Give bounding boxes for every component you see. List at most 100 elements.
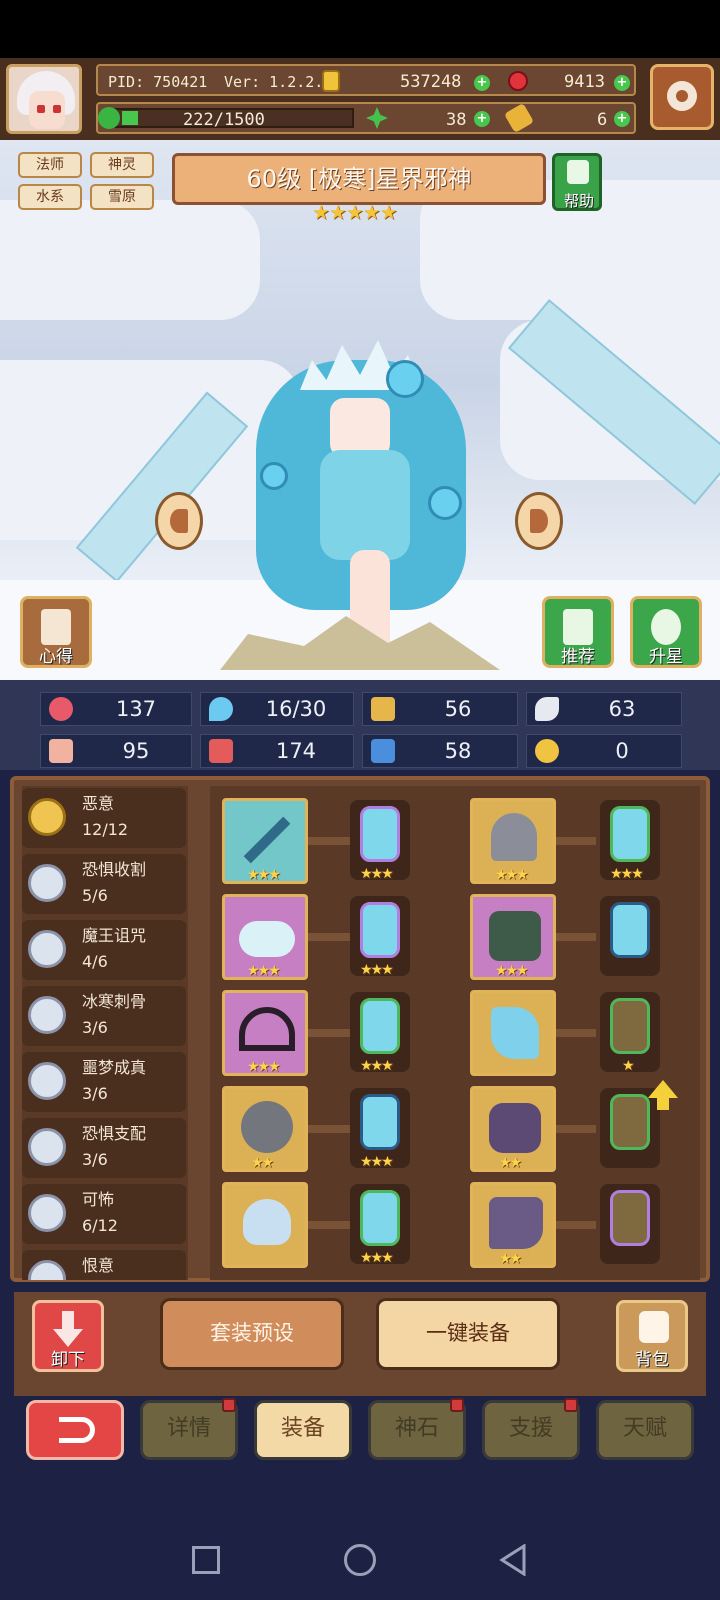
add-gem-icon[interactable]: + <box>614 75 630 91</box>
tab-equipment[interactable]: 装备 <box>254 1400 352 1460</box>
equip-slot-cape[interactable] <box>470 990 556 1076</box>
player-avatar[interactable] <box>6 64 82 134</box>
upstar-button[interactable]: 升星 <box>630 596 702 668</box>
notification-dot <box>450 1398 464 1412</box>
equip-slot-ring[interactable] <box>222 1182 308 1268</box>
slot-link <box>556 1125 596 1133</box>
tag-element: 水系 <box>18 184 82 210</box>
blue-gem-icon <box>360 1094 400 1150</box>
equip-slot-collar[interactable]: ★★★ <box>222 990 308 1076</box>
version-label: Ver: 1.2.2.2 <box>224 73 333 91</box>
equip-slot-gauntlet[interactable]: ★★ <box>222 1086 308 1172</box>
gem-slot[interactable]: ★★★ <box>350 1184 410 1266</box>
stat-speed: 63 <box>526 692 682 726</box>
settings-gear-button[interactable] <box>650 64 714 130</box>
set-name: 恨意 <box>82 1256 115 1275</box>
slot-link <box>308 1221 354 1229</box>
tag-class: 法师 <box>18 152 82 178</box>
bag-button[interactable]: 背包 <box>616 1300 688 1372</box>
stat-magic: 174 <box>200 734 354 768</box>
experience-button[interactable]: 心得 <box>20 596 92 668</box>
set-bonus-list[interactable]: 恶意 12/12 恐惧收割 5/6 魔王诅咒 4/6 冰寒刺骨 3/6 噩梦成真… <box>22 786 188 1280</box>
gem-slot[interactable]: ★★★ <box>600 800 660 882</box>
set-item[interactable]: 噩梦成真 3/6 <box>22 1052 186 1112</box>
gem-slot[interactable] <box>600 1184 660 1264</box>
add-clover-icon[interactable]: + <box>474 111 490 127</box>
gem-slot[interactable] <box>600 896 660 976</box>
set-emblem-icon <box>28 1128 66 1166</box>
slot-stars: ★★ <box>251 1155 274 1171</box>
notebook-icon <box>41 609 71 645</box>
set-item[interactable]: 冰寒刺骨 3/6 <box>22 986 186 1046</box>
heart-icon <box>49 697 73 721</box>
tab-talent[interactable]: 天赋 <box>596 1400 694 1460</box>
set-name: 恐惧支配 <box>82 1124 147 1143</box>
slot-stars: ★★★ <box>360 1250 394 1266</box>
fist-icon <box>49 739 73 763</box>
equip-slot-armor[interactable]: ★★★ <box>470 894 556 980</box>
gem-slot[interactable]: ★ <box>600 992 660 1074</box>
gem-slot[interactable]: ★★★ <box>350 992 410 1074</box>
action-bar <box>14 1292 706 1396</box>
gem-slot[interactable]: ★★★ <box>350 896 410 978</box>
preset-button[interactable]: 套装预设 <box>160 1298 344 1370</box>
add-gold-icon[interactable]: + <box>474 75 490 91</box>
slot-stars: ★★★ <box>495 963 529 979</box>
boots-icon <box>489 1197 543 1249</box>
stat-mana: 16/30 <box>200 692 354 726</box>
unequip-button[interactable]: 卸下 <box>32 1300 104 1372</box>
add-key-icon[interactable]: + <box>614 111 630 127</box>
gem-slot[interactable]: ★★★ <box>350 800 410 882</box>
equip-slot-belt[interactable]: ★★ <box>470 1086 556 1172</box>
equip-slot-weapon[interactable]: ★★★ <box>222 798 308 884</box>
slot-link <box>308 933 354 941</box>
clover-amount: 38 <box>446 110 467 130</box>
slot-link <box>556 837 596 845</box>
empty-gem-icon <box>610 998 650 1054</box>
ice-orb-icon <box>428 486 462 520</box>
back-nav-icon[interactable] <box>498 1543 528 1577</box>
upstar-label: 升星 <box>649 647 683 667</box>
crystal-ring-icon <box>243 1199 291 1245</box>
experience-label: 心得 <box>39 647 73 667</box>
stat-attack: 95 <box>40 734 192 768</box>
gold-coin-icon <box>322 70 340 92</box>
equip-slot-boots[interactable]: ★★ <box>470 1182 556 1268</box>
slot-link <box>556 1221 596 1229</box>
equip-slot-necklace[interactable]: ★★★ <box>222 894 308 980</box>
equip-slot-helmet[interactable]: ★★★ <box>470 798 556 884</box>
set-count: 6/12 <box>82 1216 118 1235</box>
stat-magic-value: 174 <box>275 739 317 763</box>
recent-apps-icon[interactable] <box>192 1546 220 1574</box>
hero-star-rating: ★★★★★ <box>312 200 398 224</box>
water-drop-icon <box>209 697 233 721</box>
slot-link <box>308 1125 354 1133</box>
set-item[interactable]: 可怖 6/12 <box>22 1184 186 1244</box>
exp-text: 222/1500 <box>183 110 265 130</box>
gold-amount: 537248 <box>400 72 462 92</box>
shield-icon <box>371 697 395 721</box>
armor-icon <box>489 911 541 961</box>
stat-defense-value: 56 <box>444 697 472 721</box>
set-item[interactable]: 恨意 <box>22 1250 186 1280</box>
help-button[interactable]: 帮助 <box>552 153 602 211</box>
set-item[interactable]: 恐惧支配 3/6 <box>22 1118 186 1178</box>
hood-icon <box>491 813 537 861</box>
slot-stars: ★★★ <box>610 866 644 882</box>
recommend-button[interactable]: 推荐 <box>542 596 614 668</box>
back-button[interactable] <box>26 1400 124 1460</box>
status-bar <box>0 0 720 58</box>
next-hero-button[interactable] <box>515 492 563 550</box>
set-item[interactable]: 恐惧收割 5/6 <box>22 854 186 914</box>
blue-gem-icon <box>360 806 400 862</box>
tag-region: 雪原 <box>90 184 154 210</box>
set-name: 噩梦成真 <box>82 1058 147 1077</box>
set-item[interactable]: 恶意 12/12 <box>22 788 186 848</box>
set-item[interactable]: 魔王诅咒 4/6 <box>22 920 186 980</box>
auto-equip-button[interactable]: 一键装备 <box>376 1298 560 1370</box>
home-icon[interactable] <box>344 1544 376 1576</box>
prev-hero-button[interactable] <box>155 492 203 550</box>
slot-stars: ★★★ <box>495 867 529 883</box>
gem-slot[interactable] <box>600 1088 660 1168</box>
gem-slot[interactable]: ★★★ <box>350 1088 410 1170</box>
